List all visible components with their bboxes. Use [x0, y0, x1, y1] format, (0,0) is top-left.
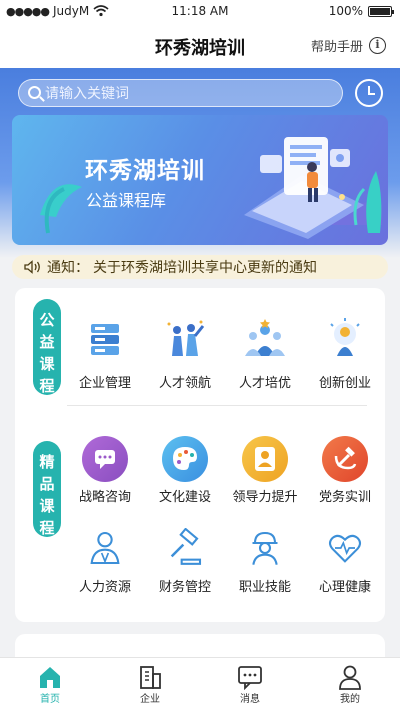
public-course-tag: 公益课程	[33, 299, 61, 395]
heart-pulse-icon	[328, 534, 362, 563]
building-icon	[140, 666, 161, 689]
course-label: 战略咨询	[78, 490, 131, 505]
tab-profile[interactable]: 我的	[315, 664, 385, 705]
people-outline-icon	[90, 531, 120, 565]
user-icon	[339, 665, 361, 690]
course-talent-pilot[interactable]: 人才领航	[147, 316, 223, 391]
search-placeholder: 请输入关键词	[45, 86, 129, 102]
lightbulb-person-icon	[330, 318, 360, 356]
notice-bar[interactable]: 通知： 关于环秀湖培训共享中心更新的通知	[12, 255, 388, 279]
tab-profile-label: 我的	[340, 694, 360, 705]
home-icon	[40, 667, 60, 688]
course-financial-control[interactable]: 财务管控	[147, 527, 223, 595]
tab-home-label: 首页	[40, 694, 60, 705]
course-card: 公益课程 精品课程 企业管理 人才领航 人才培优 创新创业 战略咨询 文化建设 …	[15, 288, 385, 622]
gavel-icon	[170, 527, 202, 565]
course-label: 职业技能	[238, 580, 291, 595]
course-vocational-skills[interactable]: 职业技能	[227, 528, 303, 595]
team-excellence-icon	[245, 319, 285, 356]
tab-enterprise-label: 企业	[140, 694, 160, 705]
worker-helmet-icon	[252, 531, 278, 565]
banner-subtitle: 公益课程库	[86, 191, 167, 210]
public-course-tag-text: 公益课程	[39, 311, 55, 395]
course-talent-excellence[interactable]: 人才培优	[227, 316, 303, 391]
search-icon	[28, 86, 41, 99]
course-label: 人才培优	[238, 376, 291, 391]
course-label: 心理健康	[318, 580, 371, 595]
palette-icon	[162, 436, 208, 482]
battery-icon	[368, 5, 394, 17]
battery-percent: 100%	[328, 4, 363, 18]
course-strategy-consulting[interactable]: 战略咨询	[67, 436, 143, 505]
speaker-icon	[24, 260, 40, 274]
course-label: 领导力提升	[232, 490, 298, 505]
course-innovation[interactable]: 创新创业	[307, 316, 383, 391]
course-culture-building[interactable]: 文化建设	[147, 436, 223, 505]
notice-label: 通知：	[47, 260, 89, 276]
status-bar: ●●●●● JudyM 11:18 AM 100%	[0, 0, 400, 24]
course-label: 企业管理	[78, 376, 131, 391]
notice-text: 关于环秀湖培训共享中心更新的通知	[93, 260, 317, 276]
course-label: 人才领航	[158, 376, 211, 391]
hammer-sickle-icon	[322, 436, 368, 482]
server-stack-icon	[91, 324, 119, 355]
premium-course-tag-text: 精品课程	[39, 453, 55, 537]
info-icon: i	[369, 37, 386, 54]
promo-banner[interactable]: 环秀湖培训 公益课程库	[12, 115, 388, 245]
course-leadership[interactable]: 领导力提升	[227, 436, 303, 505]
premium-course-tag: 精品课程	[33, 441, 61, 537]
tab-messages-label: 消息	[240, 694, 260, 705]
person-badge-icon	[242, 436, 288, 482]
tab-enterprise[interactable]: 企业	[115, 664, 185, 705]
course-party-training[interactable]: 党务实训	[307, 436, 383, 505]
chat-bubble-icon	[82, 436, 128, 482]
message-icon	[238, 666, 262, 691]
people-leading-icon	[167, 320, 205, 356]
course-label: 文化建设	[158, 490, 211, 505]
search-input[interactable]: 请输入关键词	[18, 79, 343, 107]
course-enterprise-management[interactable]: 企业管理	[67, 316, 143, 391]
tab-messages[interactable]: 消息	[215, 664, 285, 705]
section-divider	[67, 405, 367, 406]
course-label: 党务实训	[318, 490, 371, 505]
bottom-tab-bar: 首页 企业 消息 我的	[0, 657, 400, 711]
banner-title: 环秀湖培训	[85, 158, 205, 184]
help-manual-button[interactable]: 帮助手册 i	[311, 36, 386, 55]
course-label: 创新创业	[318, 376, 371, 391]
course-human-resources[interactable]: 人力资源	[67, 528, 143, 595]
course-label: 人力资源	[78, 580, 131, 595]
nav-bar: 环秀湖培训 帮助手册 i	[0, 24, 400, 68]
help-manual-label: 帮助手册	[310, 40, 363, 55]
history-clock-button[interactable]	[355, 79, 383, 107]
course-label: 财务管控	[158, 580, 211, 595]
tab-home[interactable]: 首页	[15, 664, 85, 705]
course-mental-health[interactable]: 心理健康	[307, 528, 383, 595]
